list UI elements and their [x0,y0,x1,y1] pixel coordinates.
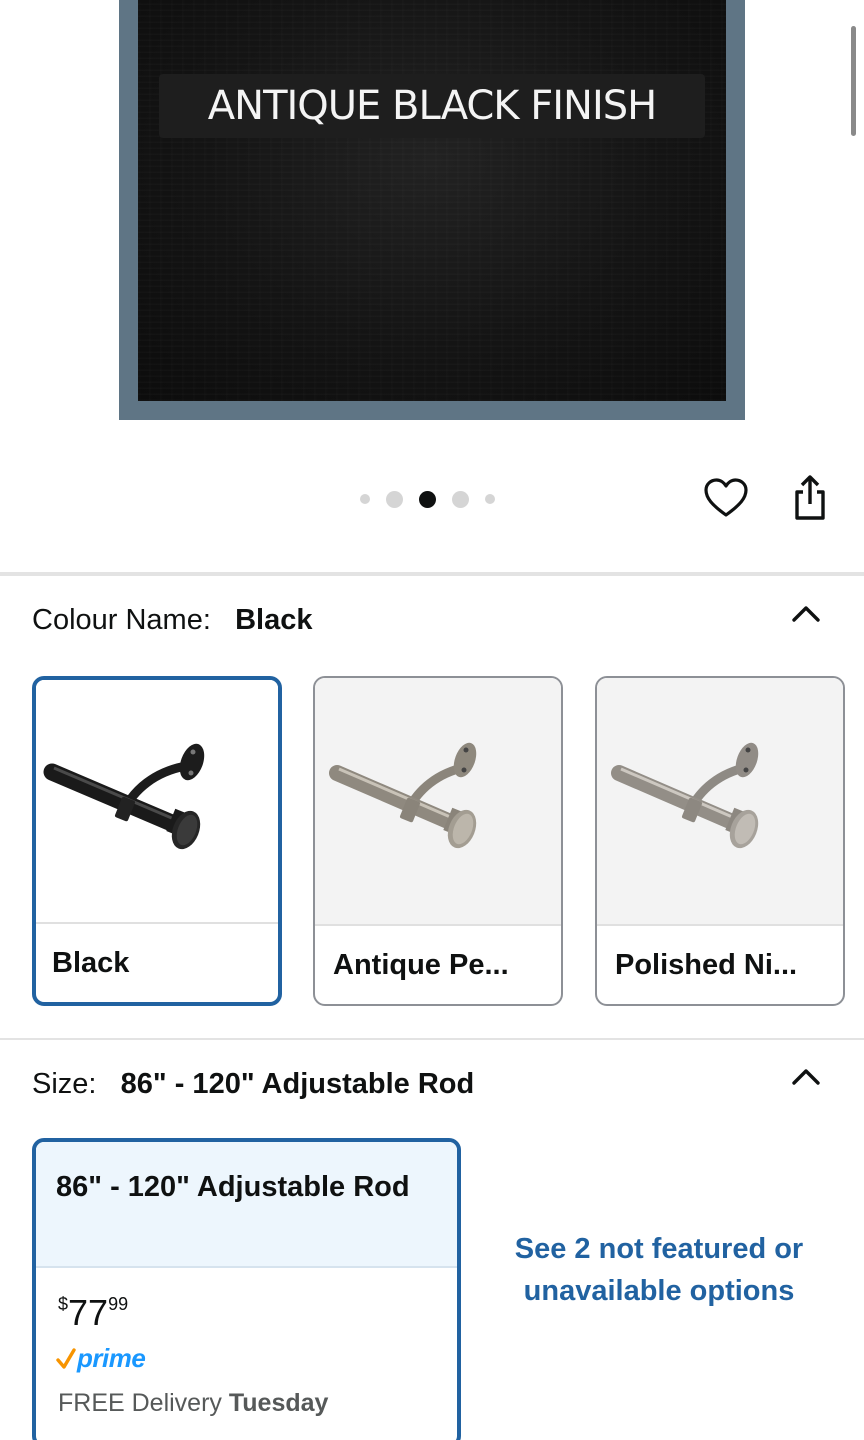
product-image-canvas: ANTIQUE BLACK FINISH [138,0,726,401]
section-divider [0,1038,864,1040]
section-divider [0,572,864,576]
see-more-options-link[interactable]: See 2 not featured or unavailable option… [500,1228,818,1312]
wood-texture [138,0,726,401]
colour-option-polished-nickel[interactable]: Polished Ni... [595,676,845,1006]
prime-badge: prime [56,1343,146,1374]
finish-banner: ANTIQUE BLACK FINISH [159,74,705,138]
swatch-image [597,678,843,926]
price-whole: 77 [68,1292,109,1333]
colour-option-black[interactable]: Black [32,676,282,1006]
colour-option-label: Black [36,922,278,1002]
delivery-day: Tuesday [228,1389,329,1417]
size-option-price: $7799 [58,1292,128,1334]
size-option-title: 86" - 120" Adjustable Rod [36,1142,457,1268]
colour-value: Black [235,604,313,636]
colour-option-label: Antique Pe... [315,924,561,1004]
colour-option-antique-pewter[interactable]: Antique Pe... [313,676,563,1006]
share-icon [795,475,825,520]
curtain-rod-black-image [43,743,205,850]
price-symbol: $ [58,1294,69,1314]
swatch-image [315,678,561,926]
chevron-up-icon [792,1069,820,1085]
size-value: 86" - 120" Adjustable Rod [120,1068,475,1100]
finish-banner-text: ANTIQUE BLACK FINISH [207,83,657,129]
colour-label: Colour Name: [32,604,211,636]
carousel-dot[interactable] [360,494,370,504]
carousel-dot[interactable] [452,490,469,508]
delivery-info: FREE Delivery Tuesday [58,1389,328,1418]
size-collapse-button[interactable] [788,1059,824,1095]
wishlist-button[interactable] [702,474,750,522]
carousel-dots [352,488,503,510]
size-label: Size: [32,1068,97,1100]
carousel-dot[interactable] [485,494,495,504]
curtain-rod-nickel-image [611,742,759,849]
swatch-image [36,680,278,928]
delivery-prefix: FREE Delivery [58,1389,222,1417]
colour-option-label: Polished Ni... [597,924,843,1004]
colour-collapse-button[interactable] [788,596,824,632]
heart-icon [704,478,748,517]
prime-label: prime [77,1343,146,1373]
prime-check-icon [56,1347,76,1369]
product-image[interactable]: ANTIQUE BLACK FINISH [119,0,745,420]
curtain-rod-pewter-image [329,742,477,849]
size-label-row: Size: 86" - 120" Adjustable Rod [32,1068,474,1101]
carousel-dot-active[interactable] [419,490,436,508]
price-fraction: 99 [108,1294,129,1314]
chevron-up-icon [792,606,820,622]
share-button[interactable] [786,474,834,522]
carousel-dot[interactable] [386,490,403,508]
size-option-card[interactable]: 86" - 120" Adjustable Rod $7799 FREE Del… [32,1138,461,1440]
scrollbar[interactable] [851,26,856,136]
colour-label-row: Colour Name: Black [32,604,312,637]
